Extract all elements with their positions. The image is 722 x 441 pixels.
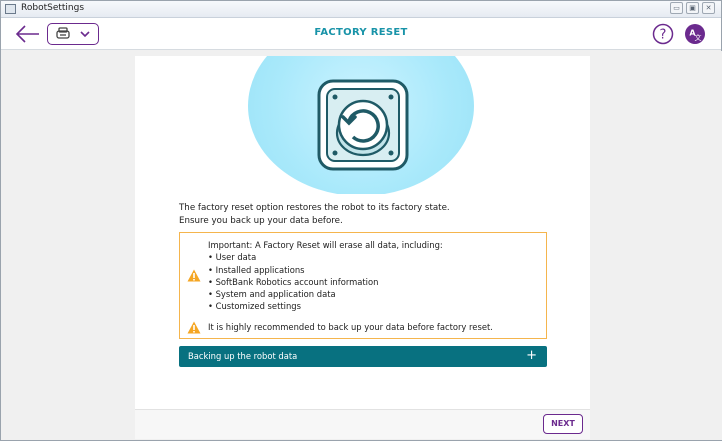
accordion-label: Backing up the robot data xyxy=(188,351,298,361)
factory-reset-card: The factory reset option restores the ro… xyxy=(135,56,590,410)
hero-banner xyxy=(135,56,590,194)
window-title: RobotSettings xyxy=(21,3,85,13)
help-icon: ? xyxy=(652,23,674,45)
intro-text: The factory reset option restores the ro… xyxy=(179,202,450,227)
app-icon xyxy=(5,4,16,14)
list-item: SoftBank Robotics account information xyxy=(208,276,443,288)
list-item: User data xyxy=(208,251,443,263)
content-area: The factory reset option restores the ro… xyxy=(2,51,722,440)
warning-icon xyxy=(187,269,201,282)
next-button[interactable]: NEXT xyxy=(543,414,583,434)
warning-heading: Important: A Factory Reset will erase al… xyxy=(208,240,443,250)
factory-reset-icon xyxy=(317,79,409,171)
backup-accordion[interactable]: Backing up the robot data + xyxy=(179,346,547,367)
close-button[interactable]: ✕ xyxy=(702,2,715,14)
intro-line-2: Ensure you back up your data before. xyxy=(179,215,343,226)
warning-icon xyxy=(187,321,201,334)
window-controls: ▭ ▣ ✕ xyxy=(670,2,715,14)
list-item: Customized settings xyxy=(208,300,443,312)
svg-text:?: ? xyxy=(660,28,667,43)
window-titlebar: RobotSettings ▭ ▣ ✕ xyxy=(1,1,721,18)
intro-line-1: The factory reset option restores the ro… xyxy=(179,203,450,213)
language-button[interactable]: A 文 xyxy=(684,23,706,45)
warning-list: Important: A Factory Reset will erase al… xyxy=(208,239,443,313)
warning-note: It is highly recommended to back up your… xyxy=(208,322,493,332)
plus-icon[interactable]: + xyxy=(526,348,537,364)
warning-box: Important: A Factory Reset will erase al… xyxy=(179,232,547,339)
app-window: RobotSettings ▭ ▣ ✕ FACTORY RESET ? A 文 … xyxy=(0,0,722,441)
maximize-button[interactable]: ▣ xyxy=(686,2,699,14)
card-footer: NEXT xyxy=(135,409,590,439)
list-item: System and application data xyxy=(208,288,443,300)
page-title: FACTORY RESET xyxy=(314,27,408,38)
help-button[interactable]: ? xyxy=(652,23,674,45)
svg-text:文: 文 xyxy=(695,33,702,42)
language-icon: A 文 xyxy=(685,24,705,44)
list-item: Installed applications xyxy=(208,264,443,276)
minimize-button[interactable]: ▭ xyxy=(670,2,683,14)
app-header: FACTORY RESET ? A 文 xyxy=(1,18,721,50)
